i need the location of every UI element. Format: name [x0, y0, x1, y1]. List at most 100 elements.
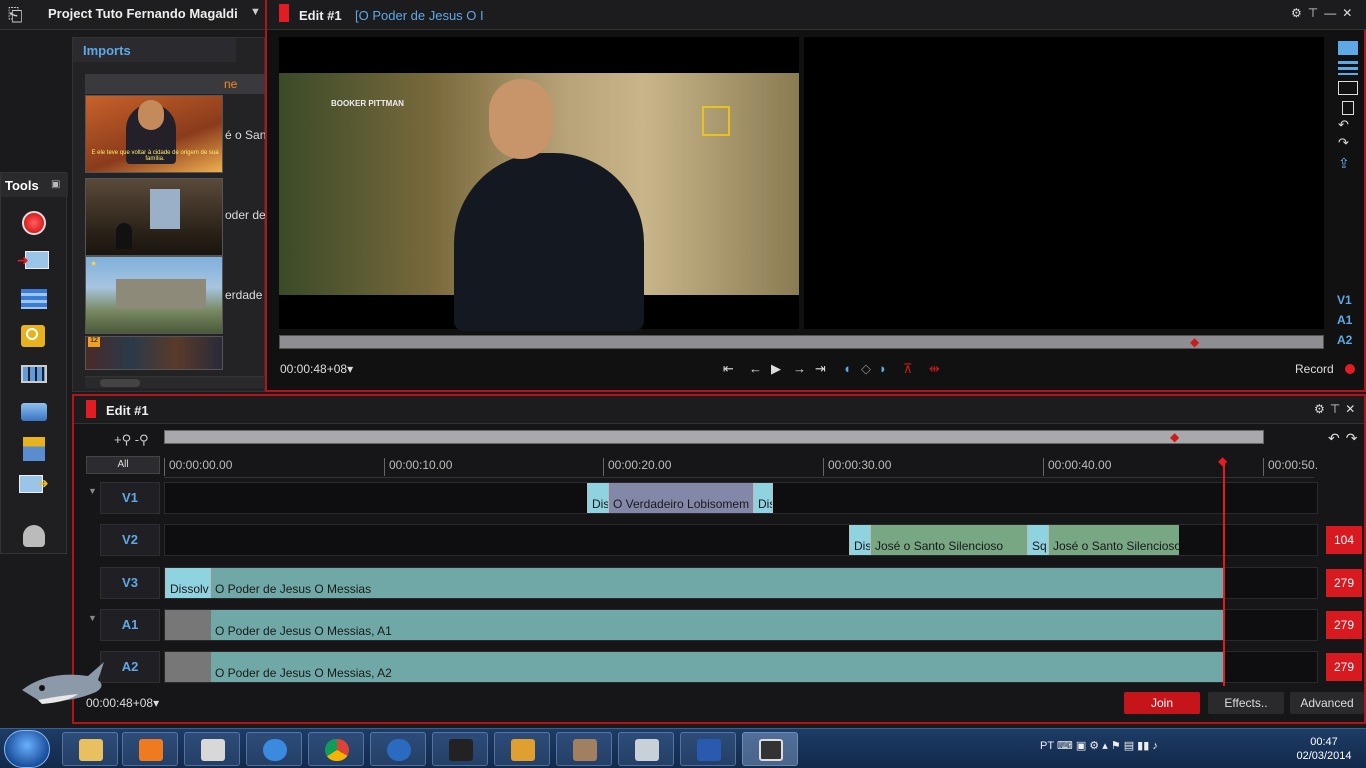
track-v3[interactable]: Dissolv O Poder de Jesus O Messias [164, 567, 1318, 599]
audio-clip[interactable]: O Poder de Jesus O Messias, A1 [211, 610, 1223, 640]
layers-icon[interactable] [17, 399, 51, 427]
system-tray[interactable]: PT ⌨ ▣ ⚙ ▴ ⚑ ▤ ▮▮ ♪ [1040, 739, 1158, 752]
viewer-timecode[interactable]: 00:00:48+08▾ [280, 362, 353, 376]
transition-clip[interactable]: Dis [587, 483, 609, 513]
pin-icon[interactable]: ⊤ [1330, 402, 1345, 416]
play-icon[interactable]: ▶ [771, 360, 781, 378]
zoom-controls-icon[interactable]: +⚲ -⚲ [114, 432, 149, 448]
gear-icon[interactable]: ⚙ [1314, 402, 1330, 416]
pin-icon[interactable]: ⊤ [1308, 6, 1324, 20]
window-controls[interactable]: ⚙⊤✕ [1314, 402, 1360, 416]
track-label-v1[interactable]: V1 [100, 482, 160, 514]
video-clip[interactable]: O Verdadeiro Lobisomem [609, 483, 753, 513]
mark-in-icon[interactable]: ◖ [843, 360, 851, 378]
taskbar-video-editor-icon[interactable] [742, 732, 798, 766]
search-media-icon[interactable] [17, 323, 51, 351]
taskbar-chrome-icon[interactable] [308, 732, 364, 766]
close-icon[interactable]: ✕ [1345, 402, 1360, 416]
time-ruler[interactable]: 00:00:00.00 00:00:10.00 00:00:20.00 00:0… [164, 454, 1318, 478]
transition-clip[interactable]: Dis [753, 483, 773, 513]
record-label[interactable]: Record [1295, 362, 1334, 376]
viewer-track-v1[interactable]: V1 [1337, 293, 1352, 307]
timeline-overview-bar[interactable]: ◆ [164, 430, 1264, 444]
timeline-icon[interactable] [17, 285, 51, 313]
step-forward-icon[interactable]: → [793, 360, 806, 378]
lift-icon[interactable]: ⊼ [903, 360, 913, 378]
import-icon[interactable]: ➜ [17, 247, 51, 275]
safe-area-icon[interactable] [1342, 101, 1354, 115]
upload-icon[interactable]: ⇪ [1338, 156, 1358, 171]
tray-icons[interactable]: ⌨ ▣ ⚙ ▴ ⚑ ▤ ▮▮ ♪ [1054, 740, 1158, 752]
track-v2[interactable]: Dis José o Santo Silencioso Sq José o Sa… [164, 524, 1318, 556]
go-to-end-icon[interactable]: ⇥ [815, 360, 826, 378]
taskbar-horse-app-icon[interactable] [432, 732, 488, 766]
taskbar-photo-app-icon[interactable] [556, 732, 612, 766]
extract-icon[interactable]: ⇹ [929, 360, 940, 378]
taskbar-sigi-app-icon[interactable] [680, 732, 736, 766]
start-button-icon[interactable] [4, 730, 50, 768]
playhead-marker-icon[interactable]: ◆ [1218, 454, 1227, 468]
language-indicator[interactable]: PT [1040, 740, 1054, 752]
all-tracks-button[interactable]: All [86, 456, 160, 474]
redo-icon[interactable]: ↷ [1338, 136, 1358, 151]
record-icon[interactable] [17, 209, 51, 237]
video-clip[interactable]: José o Santo Silencioso [1049, 525, 1179, 555]
go-to-start-icon[interactable]: ⇤ [723, 360, 734, 378]
taskbar-windows-media-center-icon[interactable] [370, 732, 426, 766]
clip-thumbnail[interactable]: 12 [85, 336, 223, 370]
track-label-v3[interactable]: V3 [100, 567, 160, 599]
taskbar-clock[interactable]: 00:47 02/03/2014 [1296, 735, 1352, 763]
record-monitor[interactable] [804, 37, 1324, 329]
video-clip[interactable]: O Poder de Jesus O Messias [211, 568, 1223, 598]
name-column-header[interactable]: ne [85, 74, 265, 94]
pin-icon[interactable]: ▣ [51, 179, 60, 190]
list-icon[interactable] [1338, 61, 1358, 75]
playhead-marker-icon[interactable]: ◆ [1170, 430, 1179, 444]
taskbar-pencil-app-icon[interactable] [494, 732, 550, 766]
taskbar-internet-explorer-icon[interactable] [246, 732, 302, 766]
transition-clip[interactable]: Sq [1027, 525, 1049, 555]
audio-gap[interactable] [165, 610, 211, 640]
undo-icon[interactable]: ↶ [1338, 118, 1358, 133]
record-indicator-icon[interactable] [1345, 364, 1355, 374]
effects-button[interactable]: Effects.. [1208, 692, 1284, 714]
source-monitor[interactable]: BOOKER PITTMAN [279, 37, 799, 331]
step-back-icon[interactable]: ← [749, 360, 762, 378]
gear-icon[interactable]: ⚙ [1291, 6, 1308, 20]
viewer-scrub-bar[interactable]: ◆ [279, 335, 1324, 349]
close-icon[interactable]: ✕ [1342, 6, 1358, 20]
clip-thumbnail[interactable] [85, 178, 223, 256]
user-settings-icon[interactable] [17, 523, 51, 551]
project-title[interactable]: Project Tuto Fernando Magaldi [48, 6, 238, 21]
collapse-audio-icon[interactable]: ▼ [88, 613, 97, 623]
audio-gap[interactable] [165, 652, 211, 682]
track-a1[interactable]: O Poder de Jesus O Messias, A1 [164, 609, 1318, 641]
back-icon[interactable]: ⎗ [8, 5, 34, 25]
viewer-track-a1[interactable]: A1 [1337, 313, 1352, 327]
export-icon[interactable] [17, 435, 51, 463]
taskbar-explorer-icon[interactable] [62, 732, 118, 766]
transition-clip[interactable]: Dis [849, 525, 871, 555]
grid-view-icon[interactable] [17, 361, 51, 389]
playhead-marker-icon[interactable]: ◆ [1190, 335, 1199, 349]
imports-title[interactable]: Imports [73, 38, 236, 62]
undo-redo-icons[interactable]: ↶↷ [1328, 430, 1363, 447]
imports-scrollbar[interactable] [85, 376, 265, 388]
timeline-playhead[interactable]: ◆ [1218, 454, 1227, 686]
taskbar-calculator-icon[interactable] [618, 732, 674, 766]
transition-clip[interactable]: Dissolv [165, 568, 211, 598]
advanced-button[interactable]: Advanced [1290, 692, 1364, 714]
chevron-down-icon[interactable]: ▼ [250, 6, 261, 18]
video-clip[interactable]: José o Santo Silencioso [871, 525, 1027, 555]
collapse-video-icon[interactable]: ▼ [88, 486, 97, 496]
mark-out-icon[interactable]: ◗ [879, 360, 887, 378]
join-button[interactable]: Join [1124, 692, 1200, 714]
taskbar-media-player-classic-icon[interactable] [184, 732, 240, 766]
taskbar-media-player-icon[interactable] [122, 732, 178, 766]
audio-clip[interactable]: O Poder de Jesus O Messias, A2 [211, 652, 1223, 682]
track-label-a1[interactable]: A1 [100, 609, 160, 641]
window-controls[interactable]: ⚙⊤—✕ [1291, 6, 1358, 20]
mark-clip-icon[interactable]: ◇ [861, 360, 871, 378]
scrollbar-thumb[interactable] [100, 379, 140, 387]
track-a2[interactable]: O Poder de Jesus O Messias, A2 [164, 651, 1318, 683]
